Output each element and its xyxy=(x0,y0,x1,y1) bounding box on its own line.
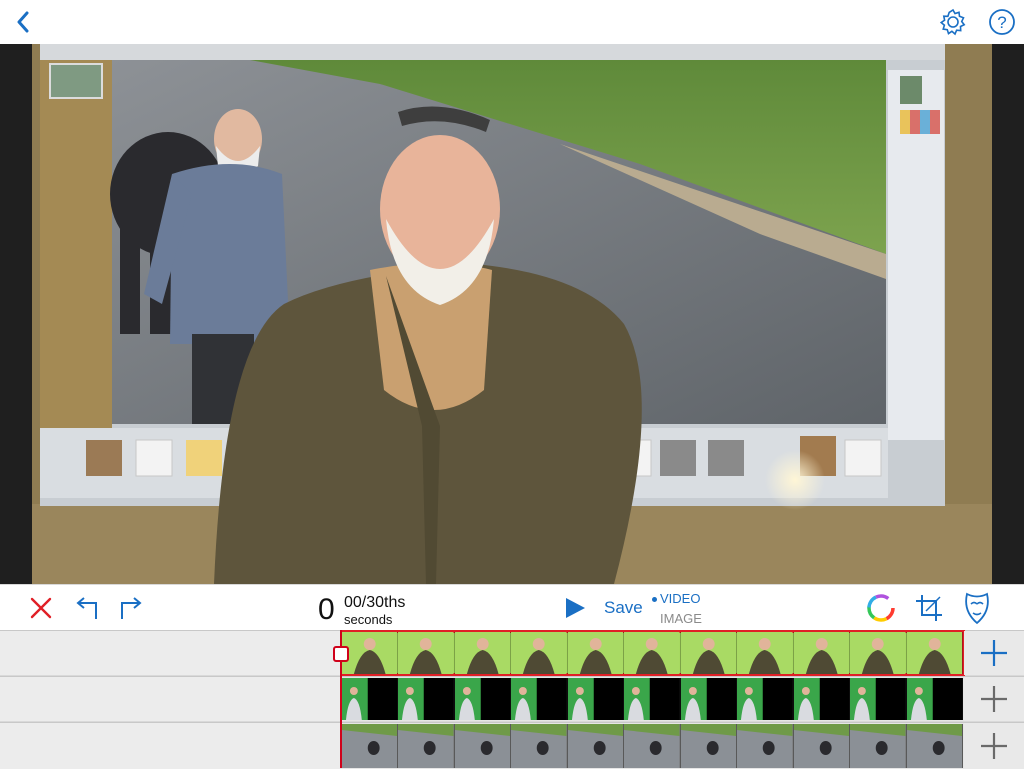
preview-image xyxy=(0,44,1024,584)
time-frames-unit: /30ths xyxy=(361,594,406,611)
gear-icon xyxy=(939,8,966,36)
frame-thumbnail xyxy=(737,678,794,720)
frame-thumbnail xyxy=(567,632,625,674)
save-button[interactable]: Save xyxy=(604,598,643,618)
delete-button[interactable] xyxy=(24,591,58,625)
crop-icon xyxy=(916,595,942,621)
track-label xyxy=(0,723,340,769)
mode-toggle[interactable]: VIDEO IMAGE xyxy=(650,589,710,627)
timeline xyxy=(0,630,1024,769)
playhead-handle[interactable] xyxy=(333,646,349,662)
settings-button[interactable] xyxy=(936,6,970,38)
frame-thumbnail xyxy=(737,724,794,768)
mode-video[interactable]: VIDEO xyxy=(660,591,700,606)
frame-thumbnail xyxy=(342,678,399,720)
frame-thumbnail xyxy=(342,632,399,674)
back-button[interactable] xyxy=(8,6,38,38)
frame-thumbnail xyxy=(511,632,568,674)
crop-button[interactable] xyxy=(912,591,946,625)
mode-active-dot xyxy=(652,597,657,602)
frame-thumbnail xyxy=(793,632,851,674)
question-circle-icon: ? xyxy=(989,9,1015,35)
clip-road-elephant[interactable] xyxy=(342,724,963,768)
play-button[interactable] xyxy=(560,592,590,624)
frame-thumbnail xyxy=(793,724,851,768)
color-button[interactable] xyxy=(864,591,898,625)
undo-button[interactable] xyxy=(70,591,104,625)
frame-thumbnail xyxy=(398,678,455,720)
frame-thumbnail xyxy=(850,724,907,768)
help-glyph: ? xyxy=(997,13,1006,32)
color-wheel-icon xyxy=(867,594,895,622)
add-track-button[interactable] xyxy=(964,723,1024,769)
add-track-button[interactable] xyxy=(964,677,1024,721)
video-preview[interactable] xyxy=(0,44,1024,584)
frame-thumbnail xyxy=(624,724,681,768)
time-caption: seconds xyxy=(344,612,393,627)
frame-thumbnail xyxy=(454,678,512,720)
close-icon xyxy=(30,597,52,619)
frame-thumbnail xyxy=(511,678,568,720)
clip-person-chroma[interactable] xyxy=(342,678,963,720)
track-2[interactable] xyxy=(0,676,1024,721)
time-seconds: 0 xyxy=(318,593,335,626)
time-frames-value: 00 xyxy=(344,594,362,611)
frame-thumbnail xyxy=(567,724,625,768)
edit-toolbar: 0 00/30ths seconds Save VIDEO IMAGE xyxy=(0,584,1024,631)
track-3[interactable] xyxy=(0,722,1024,769)
track-label xyxy=(0,631,340,675)
frame-thumbnail xyxy=(680,724,738,768)
frame-thumbnail xyxy=(342,724,399,768)
frame-thumbnail xyxy=(454,724,512,768)
mask-icon xyxy=(965,592,989,625)
frame-thumbnail xyxy=(906,678,963,720)
track-1[interactable] xyxy=(0,630,1024,676)
redo-button[interactable] xyxy=(114,591,148,625)
frame-thumbnail xyxy=(793,678,851,720)
frame-thumbnail xyxy=(398,632,455,674)
mask-button[interactable] xyxy=(960,590,994,626)
help-button[interactable]: ? xyxy=(985,6,1019,38)
frame-thumbnail xyxy=(680,678,738,720)
clip-person-green[interactable] xyxy=(340,630,965,676)
frame-thumbnail xyxy=(624,678,681,720)
frame-thumbnail xyxy=(906,724,963,768)
chevron-left-icon xyxy=(17,11,29,33)
frame-thumbnail xyxy=(737,632,794,674)
add-track-button[interactable] xyxy=(964,631,1024,675)
plus-icon xyxy=(981,733,1007,759)
frame-thumbnail xyxy=(850,632,907,674)
plus-icon xyxy=(981,686,1007,712)
mode-image[interactable]: IMAGE xyxy=(660,611,702,626)
undo-icon xyxy=(76,597,97,619)
plus-icon xyxy=(981,640,1007,666)
top-bar: ? xyxy=(0,0,1024,44)
time-frames: 00/30ths xyxy=(344,594,405,612)
frame-thumbnail xyxy=(454,632,512,674)
frame-thumbnail xyxy=(850,678,907,720)
frame-thumbnail xyxy=(624,632,681,674)
frame-thumbnail xyxy=(680,632,738,674)
frame-thumbnail xyxy=(906,632,963,674)
frame-thumbnail xyxy=(567,678,625,720)
track-label xyxy=(0,677,340,721)
redo-icon xyxy=(121,597,142,619)
frame-thumbnail xyxy=(398,724,455,768)
time-display[interactable]: 0 00/30ths seconds xyxy=(318,591,438,627)
play-icon xyxy=(566,598,585,618)
frame-thumbnail xyxy=(511,724,568,768)
